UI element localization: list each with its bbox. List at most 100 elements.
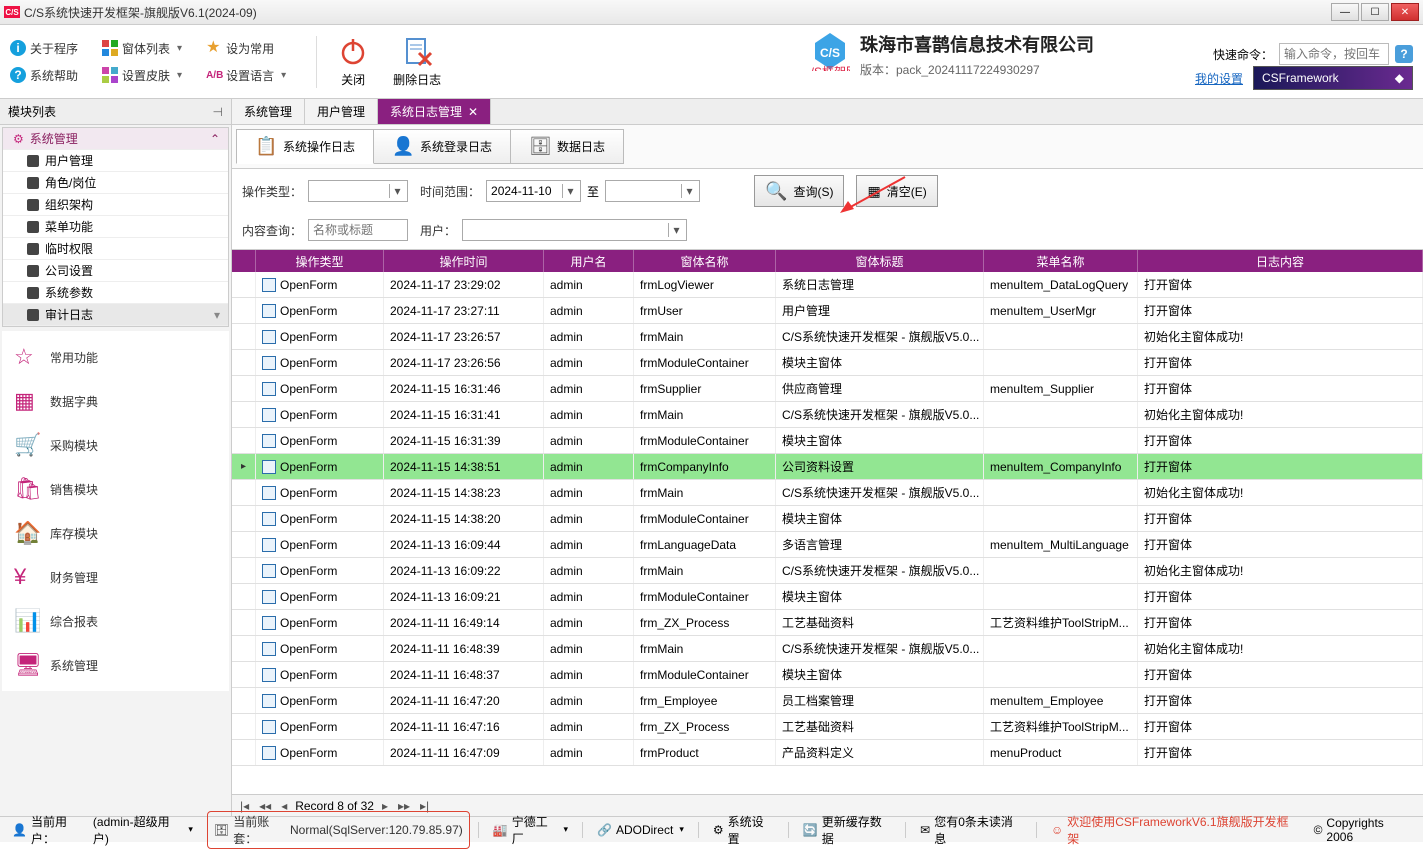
table-row[interactable]: OpenForm2024-11-11 16:47:16adminfrm_ZX_P… xyxy=(232,714,1423,740)
table-row[interactable]: OpenForm2024-11-15 16:31:41adminfrmMainC… xyxy=(232,402,1423,428)
copyright: ©Copyrights 2006 xyxy=(1308,816,1417,844)
col-header-6[interactable]: 日志内容 xyxy=(1138,250,1423,272)
table-row[interactable]: OpenForm2024-11-11 16:48:39adminfrmMainC… xyxy=(232,636,1423,662)
tab-1[interactable]: 用户管理 xyxy=(305,99,378,124)
table-row[interactable]: OpenForm2024-11-11 16:47:09adminfrmProdu… xyxy=(232,740,1423,766)
log-grid[interactable]: 操作类型操作时间用户名窗体名称窗体标题菜单名称日志内容 OpenForm2024… xyxy=(232,250,1423,794)
col-header-5[interactable]: 菜单名称 xyxy=(984,250,1138,272)
shortcut-6[interactable]: 📊综合报表 xyxy=(2,599,229,643)
row-pointer-icon: ▸ xyxy=(241,461,246,472)
search-button[interactable]: 🔍查询(S) xyxy=(754,175,844,207)
table-row[interactable]: OpenForm2024-11-17 23:29:02adminfrmLogVi… xyxy=(232,272,1423,298)
brand: C/SC/S框架网 珠海市喜鹊信息技术有限公司 版本：pack_20241117… xyxy=(810,31,1094,78)
subtab-icon: 👤 xyxy=(392,136,414,158)
table-row[interactable]: OpenForm2024-11-15 16:31:46adminfrmSuppl… xyxy=(232,376,1423,402)
col-header-1[interactable]: 操作时间 xyxy=(384,250,544,272)
table-row[interactable]: OpenForm2024-11-17 23:27:11adminfrmUser用… xyxy=(232,298,1423,324)
set-default-button[interactable]: ★设为常用 xyxy=(204,38,288,59)
minimize-button[interactable]: — xyxy=(1331,3,1359,21)
delete-log-button[interactable]: 删除日志 xyxy=(393,35,441,88)
shortcut-4[interactable]: 🏠库存模块 xyxy=(2,511,229,555)
shortcut-1[interactable]: ▦数据字典 xyxy=(2,379,229,423)
subtab-icon: 📋 xyxy=(255,136,277,158)
table-row[interactable]: OpenForm2024-11-15 14:38:23adminfrmMainC… xyxy=(232,480,1423,506)
language-button[interactable]: A/B设置语言 xyxy=(204,65,288,86)
table-row[interactable]: OpenForm2024-11-11 16:49:14adminfrm_ZX_P… xyxy=(232,610,1423,636)
close-button[interactable]: 关闭 xyxy=(337,35,369,88)
collapse-icon[interactable]: ⌃ xyxy=(210,132,220,146)
sidebar-item-3[interactable]: 菜单功能 xyxy=(3,216,228,238)
date-to-combo[interactable]: ▾ xyxy=(605,180,700,202)
table-row[interactable]: OpenForm2024-11-15 16:31:39adminfrmModul… xyxy=(232,428,1423,454)
sidebar-item-5[interactable]: 公司设置 xyxy=(3,260,228,282)
table-row[interactable]: OpenForm2024-11-13 16:09:21adminfrmModul… xyxy=(232,584,1423,610)
table-row[interactable]: OpenForm2024-11-13 16:09:22adminfrmMainC… xyxy=(232,558,1423,584)
date-from-combo[interactable]: 2024-11-10▾ xyxy=(486,180,581,202)
unread-messages[interactable]: ✉您有0条未读消息 xyxy=(914,813,1028,847)
row-icon xyxy=(262,564,276,578)
about-button[interactable]: i关于程序 xyxy=(8,38,80,59)
shortcut-icon: ☆ xyxy=(14,344,40,370)
tab-0[interactable]: 系统管理 xyxy=(232,99,305,124)
shortcut-5[interactable]: ¥财务管理 xyxy=(2,555,229,599)
row-icon xyxy=(262,330,276,344)
copyright-icon: © xyxy=(1314,823,1323,837)
sidebar-item-4[interactable]: 临时权限 xyxy=(3,238,228,260)
sidebar-item-6[interactable]: 系统参数 xyxy=(3,282,228,304)
cube-icon xyxy=(27,265,39,277)
col-header-0[interactable]: 操作类型 xyxy=(256,250,384,272)
table-row[interactable]: OpenForm2024-11-11 16:48:37adminfrmModul… xyxy=(232,662,1423,688)
sidebar-item-2[interactable]: 组织架构 xyxy=(3,194,228,216)
table-row[interactable]: OpenForm2024-11-11 16:47:20adminfrm_Empl… xyxy=(232,688,1423,714)
table-row[interactable]: OpenForm2024-11-17 23:26:56adminfrmModul… xyxy=(232,350,1423,376)
refresh-cache[interactable]: 🔄更新缓存数据 xyxy=(797,813,897,847)
tab-2[interactable]: 系统日志管理✕ xyxy=(378,99,491,124)
window-title: C/S系统快速开发框架-旗舰版V6.1(2024-09) xyxy=(24,4,1329,21)
grid-header: 操作类型操作时间用户名窗体名称窗体标题菜单名称日志内容 xyxy=(232,250,1423,272)
shortcut-0[interactable]: ☆常用功能 xyxy=(2,335,229,379)
windows-icon xyxy=(102,40,118,56)
window-list-button[interactable]: 窗体列表 xyxy=(100,38,184,59)
log-type-tabs: 📋系统操作日志👤系统登录日志🗄数据日志 xyxy=(232,125,1423,169)
pin-icon[interactable]: ⊣ xyxy=(213,105,223,119)
version-label: 版本：pack_20241117224930297 xyxy=(860,61,1094,78)
sys-settings[interactable]: ⚙系统设置 xyxy=(707,813,780,847)
table-row[interactable]: ▸OpenForm2024-11-15 14:38:51adminfrmComp… xyxy=(232,454,1423,480)
subtab-2[interactable]: 🗄数据日志 xyxy=(510,129,624,164)
shortcut-7[interactable]: 🖥系统管理 xyxy=(2,643,229,687)
sidebar-item-1[interactable]: 角色/岗位 xyxy=(3,172,228,194)
table-row[interactable]: OpenForm2024-11-15 14:38:20adminfrmModul… xyxy=(232,506,1423,532)
link-icon: 🔗 xyxy=(597,823,612,837)
current-user[interactable]: 👤当前用户：(admin-超级用户)▾ xyxy=(6,813,199,847)
quick-help-button[interactable]: ? xyxy=(1395,45,1413,63)
sidebar-item-7[interactable]: 审计日志▾ xyxy=(3,304,228,326)
maximize-button[interactable]: ☐ xyxy=(1361,3,1389,21)
search-icon: 🔍 xyxy=(765,181,787,202)
col-header-2[interactable]: 用户名 xyxy=(544,250,634,272)
sidebar-root[interactable]: ⚙ 系统管理 ⌃ xyxy=(3,128,228,150)
subtab-1[interactable]: 👤系统登录日志 xyxy=(373,129,511,164)
table-row[interactable]: OpenForm2024-11-13 16:09:44adminfrmLangu… xyxy=(232,532,1423,558)
close-tab-icon[interactable]: ✕ xyxy=(468,105,478,119)
quick-command-input[interactable] xyxy=(1279,43,1389,65)
factory-selector[interactable]: 🏭宁德工厂▾ xyxy=(487,813,574,847)
mail-icon: ✉ xyxy=(920,823,930,837)
subtab-0[interactable]: 📋系统操作日志 xyxy=(236,129,374,164)
col-header-3[interactable]: 窗体名称 xyxy=(634,250,776,272)
clear-button[interactable]: ▦清空(E) xyxy=(856,175,937,207)
col-header-4[interactable]: 窗体标题 xyxy=(776,250,984,272)
row-icon xyxy=(262,382,276,396)
ado-direct[interactable]: 🔗ADODirect▾ xyxy=(591,823,690,837)
shortcut-2[interactable]: 🛒采购模块 xyxy=(2,423,229,467)
content-search-input[interactable] xyxy=(308,219,408,241)
sidebar-item-0[interactable]: 用户管理 xyxy=(3,150,228,172)
close-window-button[interactable]: ✕ xyxy=(1391,3,1419,21)
op-type-combo[interactable]: ▾ xyxy=(308,180,408,202)
user-combo[interactable]: ▾ xyxy=(462,219,687,241)
syshelp-button[interactable]: ?系统帮助 xyxy=(8,65,80,86)
csframework-banner[interactable]: CSFramework◆ xyxy=(1253,66,1413,90)
table-row[interactable]: OpenForm2024-11-17 23:26:57adminfrmMainC… xyxy=(232,324,1423,350)
my-settings-link[interactable]: 我的设置 xyxy=(1195,70,1243,87)
skin-button[interactable]: 设置皮肤 xyxy=(100,65,184,86)
shortcut-3[interactable]: 🛍销售模块 xyxy=(2,467,229,511)
